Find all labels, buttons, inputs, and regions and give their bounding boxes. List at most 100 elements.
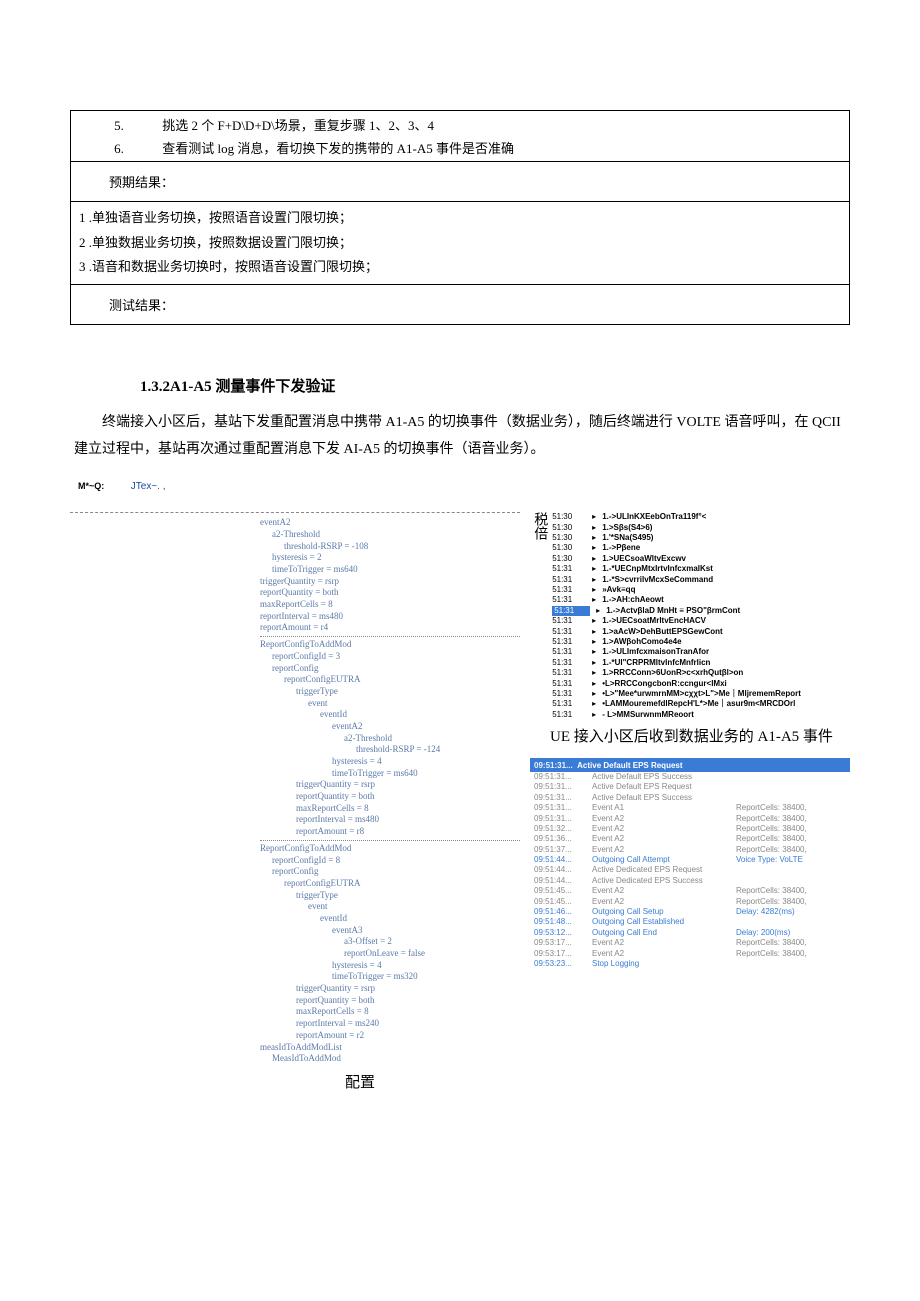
tree-node: hysteresis = 2 [260, 552, 520, 564]
event-row: 09:51:31...Active Default EPS Success [530, 793, 850, 803]
label-jtex: JTex~. , [131, 481, 166, 492]
tree-node: threshold-RSRP = -108 [260, 541, 520, 553]
event-row: 09:51:44...Active Dedicated EPS Success [530, 876, 850, 886]
step-6-text: 查看测试 log 消息，看切换下发的携带的 A1-A5 事件是否准确 [162, 141, 514, 156]
tree-node: reportQuantity = both [260, 791, 520, 803]
log-row: 51:30▸1.'*SNa(S495) [552, 533, 850, 543]
config-label: 配置 [70, 1071, 850, 1092]
tree-node: event [260, 698, 520, 710]
step-5-num: 5. [79, 118, 159, 134]
tree-node: reportOnLeave = false [260, 948, 520, 960]
tree-node: a2-Threshold [260, 529, 520, 541]
log-row: 51:31▸1.>RRCConn>6UonR>c<xrhQutβl>on [552, 668, 850, 678]
log-row: 51:30▸1.->Pβene [552, 543, 850, 553]
tree-node: timeToTrigger = ms640 [260, 564, 520, 576]
tree-node: triggerQuantity = rsrp [260, 779, 520, 791]
log-row: 51:31▸1.>AWβohComo4e4e [552, 637, 850, 647]
tree-node: eventA3 [260, 925, 520, 937]
event-row: 09:53:23...Stop Logging [530, 959, 850, 969]
tree-node: reportQuantity = both [260, 587, 520, 599]
log-row: 51:31▸- L>MMSurwnmMReoort [552, 710, 850, 720]
event-row: 09:53:12...Outgoing Call EndDelay: 200(m… [530, 928, 850, 938]
tree-node: event [260, 901, 520, 913]
event-row: 09:51:31...Active Default EPS Request [530, 782, 850, 792]
event-row: 09:51:31...Active Default EPS Success [530, 772, 850, 782]
tree-node: eventId [260, 913, 520, 925]
tree-node: MeasIdToAddMod [260, 1053, 520, 1065]
tree-node: triggerType [260, 890, 520, 902]
event-table: 09:51:31... Active Default EPS Request 0… [530, 758, 850, 970]
log-row: 51:30▸1.>UECsoaWltvExcwv [552, 554, 850, 564]
log-row: 51:31▸1.->ActvβlaD MnHt ≡ PSO"βrmCont [552, 606, 850, 616]
tree-node: timeToTrigger = ms320 [260, 971, 520, 983]
expected-1-text: .单独语音业务切换，按照语音设置门限切换； [89, 210, 352, 225]
tree-node: eventA2 [260, 517, 520, 529]
tree-node: triggerType [260, 686, 520, 698]
step-5: 5. 挑选 2 个 F+D\D+D\场景，重复步骤 1、2、3、4 [79, 115, 841, 134]
log-row: 51:30▸1.>Sβs(S4>6) [552, 523, 850, 533]
tree-node: threshold-RSRP = -124 [260, 744, 520, 756]
tree-node: triggerQuantity = rsrp [260, 576, 520, 588]
tree-node: reportConfigEUTRA [260, 674, 520, 686]
log-row: 51:31▸1.->ULImfcxmaisonTranAfor [552, 647, 850, 657]
log-row: 51:31▸•L>RRCCongcbonR:ccngur<IMxi [552, 679, 850, 689]
tree-node: reportAmount = r8 [260, 826, 520, 838]
right-column: 税倍 51:30▸1.->ULInKXEebOnTra119f°<51:30▸1… [530, 512, 850, 1065]
expected-1: 1 .单独语音业务切换，按照语音设置门限切换； [79, 206, 841, 231]
tree-node: reportConfigEUTRA [260, 878, 520, 890]
figure-area: eventA2a2-Thresholdthreshold-RSRP = -108… [70, 512, 850, 1065]
event-row: 09:51:45...Event A2ReportCells: 38400, [530, 897, 850, 907]
tree-node: eventId [260, 709, 520, 721]
event-row: 09:51:44...Active Dedicated EPS Request [530, 865, 850, 875]
expected-2: 2 .单独数据业务切换，按照数据设置门限切换； [79, 231, 841, 256]
steps-cell: 5. 挑选 2 个 F+D\D+D\场景，重复步骤 1、2、3、4 6. 查看测… [71, 111, 850, 162]
label-mq: M*~Q: [78, 481, 104, 491]
log-row: 51:31▸•LAMMouremefdlRepcH'L*>Me｜asur9m<M… [552, 699, 850, 709]
tree-node: reportInterval = ms240 [260, 1018, 520, 1030]
step-5-text: 挑选 2 个 F+D\D+D\场景，重复步骤 1、2、3、4 [162, 118, 434, 133]
expected-2-text: .单独数据业务切换，按照数据设置门限切换； [89, 235, 352, 250]
event-row: 09:53:17...Event A2ReportCells: 38400, [530, 949, 850, 959]
log-row: 51:30▸1.->ULInKXEebOnTra119f°< [552, 512, 850, 522]
tree-node: a2-Threshold [260, 733, 520, 745]
event-row: 09:51:37...Event A2ReportCells: 38400, [530, 845, 850, 855]
expected-label: 预期结果： [79, 172, 841, 191]
tree-node: maxReportCells = 8 [260, 1006, 520, 1018]
tree-node: reportQuantity = both [260, 995, 520, 1007]
event-row: 09:53:17...Event A2ReportCells: 38400, [530, 938, 850, 948]
tree-node: triggerQuantity = rsrp [260, 983, 520, 995]
event-row: 09:51:45...Event A2ReportCells: 38400, [530, 886, 850, 896]
event-row: 09:51:31...Event A1ReportCells: 38400, [530, 803, 850, 813]
test-result-label: 测试结果： [79, 295, 841, 314]
expected-cell: 预期结果： [71, 162, 850, 202]
step-6: 6. 查看测试 log 消息，看切换下发的携带的 A1-A5 事件是否准确 [79, 138, 841, 157]
tree-node: reportInterval = ms480 [260, 814, 520, 826]
tree-node: reportConfig [260, 866, 520, 878]
tree-node: maxReportCells = 8 [260, 599, 520, 611]
log-row: 51:31▸1.->AH:chAeowt [552, 595, 850, 605]
config-tree: eventA2a2-Thresholdthreshold-RSRP = -108… [70, 512, 520, 1065]
tree-node: ReportConfigToAddMod [260, 843, 520, 855]
figure-caption: UE 接入小区后收到数据业务的 A1-A5 事件 [530, 726, 850, 752]
event-row: 09:51:48...Outgoing Call Established [530, 917, 850, 927]
expected-3-num: 3 [79, 259, 86, 274]
event-table-header: Active Default EPS Request [577, 761, 682, 770]
document-page: 5. 挑选 2 个 F+D\D+D\场景，重复步骤 1、2、3、4 6. 查看测… [0, 0, 920, 1132]
expected-1-num: 1 [79, 210, 86, 225]
log-row: 51:31▸1.->UECsoatMrltvEncHACV [552, 616, 850, 626]
body-paragraph: 终端接入小区后，基站下发重配置消息中携带 A1-A5 的切换事件（数据业务），随… [70, 410, 850, 463]
tree-node: reportInterval = ms480 [260, 611, 520, 623]
event-row: 09:51:46...Outgoing Call SetupDelay: 428… [530, 907, 850, 917]
test-result-cell: 测试结果： [71, 285, 850, 325]
tree-node: a3-Offset = 2 [260, 936, 520, 948]
log-row: 51:31▸1.-*S>cvrrilvMcxSeCommand [552, 575, 850, 585]
tree-node: measIdToAddModList [260, 1042, 520, 1054]
log-row: 51:31▸•L>"Mee*urwmrnMM>cχχt>L">Me｜Mljrem… [552, 689, 850, 699]
section-heading: 1.3.2A1-A5 测量事件下发验证 [70, 375, 850, 396]
tree-node: timeToTrigger = ms640 [260, 768, 520, 780]
tree-node: reportConfig [260, 663, 520, 675]
tree-node: hysteresis = 4 [260, 960, 520, 972]
expected-3-text: .语音和数据业务切换时，按照语音设置门限切换； [89, 259, 378, 274]
log-row: 51:31▸1.>aAcW>DehButtEPSGewCont [552, 627, 850, 637]
procedure-table: 5. 挑选 2 个 F+D\D+D\场景，重复步骤 1、2、3、4 6. 查看测… [70, 110, 850, 325]
